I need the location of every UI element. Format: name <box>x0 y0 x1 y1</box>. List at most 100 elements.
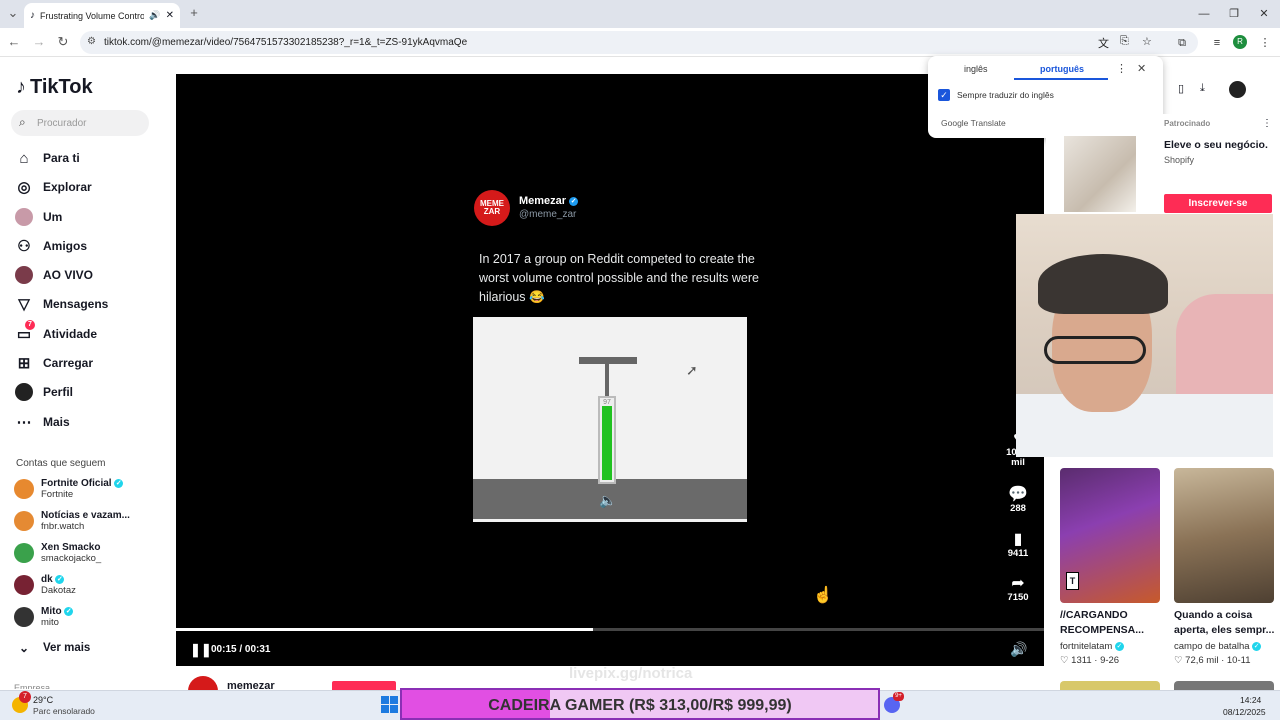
recommended-thumbnail[interactable] <box>1174 468 1274 603</box>
clock-time[interactable]: 14:24 <box>1240 695 1261 705</box>
google-translate-footer: Google Translate <box>941 118 1006 128</box>
nav-para-ti[interactable]: ⌂ Para ti <box>14 146 79 170</box>
pump-value: 97 <box>603 399 611 406</box>
ad-more-icon[interactable]: ⋮ <box>1262 118 1272 129</box>
tiktok-favicon-icon: ♪ <box>30 10 35 21</box>
more-options-icon[interactable]: ⋮ <box>1116 62 1127 75</box>
download-icon[interactable]: ⤓ <box>1200 82 1205 95</box>
following-item[interactable]: Notícias e vazam... fnbr.watch <box>14 510 130 532</box>
restore-icon[interactable]: ❐ <box>1226 6 1242 22</box>
browser-tab[interactable]: ♪ Frustrating Volume Control 🔊 ✕ <box>24 3 180 28</box>
more-icon: ⋯ <box>16 414 32 431</box>
company-label: Empresa <box>14 683 51 689</box>
compass-icon: ◎ <box>17 179 31 196</box>
speaker-icon: 🔈 <box>599 492 617 508</box>
tab-target-language[interactable]: português <box>1040 64 1084 74</box>
follow-name: Notícias e vazam... <box>41 510 130 521</box>
verified-icon: ✓ <box>1114 641 1124 651</box>
follow-avatar <box>14 607 34 627</box>
nav-carregar[interactable]: ⊞ Carregar <box>14 351 93 375</box>
pause-icon[interactable]: ❚❚ <box>190 642 212 658</box>
see-more-button[interactable]: ⌄ Ver mais <box>14 636 90 660</box>
volume-icon[interactable]: 🔊 <box>1010 641 1027 658</box>
progress-bar[interactable] <box>176 628 1044 631</box>
sponsored-ad[interactable]: Patrocinado ⋮ Eleve o seu negócio. Shopi… <box>1046 114 1280 214</box>
recommended-author[interactable]: campo de batalha <box>1174 641 1250 652</box>
minimize-icon[interactable]: — <box>1196 6 1212 22</box>
recommended-title[interactable]: Quando a coisa aperta, eles sempr... <box>1174 608 1276 638</box>
recommended-stats: ♡ 72,6 mil · 10-11 <box>1174 655 1251 666</box>
speaker-icon[interactable]: 🔊 <box>149 10 160 21</box>
media-control-icon[interactable]: ≡ <box>1209 35 1225 51</box>
recommended-author[interactable]: fortnitelatam <box>1060 641 1112 652</box>
menu-icon[interactable]: ⋮ <box>1257 35 1273 51</box>
nav-label: Mais <box>43 415 70 429</box>
next-thumbnail-peek <box>1060 681 1160 690</box>
following-item[interactable]: Fortnite Oficial ✓ Fortnite <box>14 478 124 500</box>
weather-description[interactable]: Parc ensolarado <box>33 706 95 716</box>
nav-um[interactable]: Um <box>14 205 62 229</box>
nav-amigos[interactable]: ⚇ Amigos <box>14 234 87 258</box>
reload-icon[interactable]: ↻ <box>55 34 71 50</box>
install-app-icon[interactable]: ⎘ <box>1120 35 1129 48</box>
comment-count: 288 <box>1010 503 1026 514</box>
profile-avatar[interactable]: R <box>1233 35 1247 49</box>
back-icon[interactable]: ← <box>6 34 22 50</box>
user-avatar[interactable] <box>1229 81 1246 98</box>
comment-button[interactable]: 💬 288 <box>1000 484 1036 514</box>
nav-ao-vivo[interactable]: AO VIVO <box>14 263 93 287</box>
tweet-name: Memezar <box>519 195 567 207</box>
follow-name: dk <box>41 574 53 585</box>
following-item[interactable]: Mito ✓ mito <box>14 606 74 628</box>
recommended-stats: ♡ 1311 · 9-26 <box>1060 655 1120 666</box>
tweet-handle: @meme_zar <box>519 209 577 220</box>
follow-name: Xen Smacko <box>41 542 101 553</box>
save-button[interactable]: ▮ 9411 <box>1000 529 1036 559</box>
pump-tube: 97 <box>598 396 616 484</box>
site-info-icon[interactable]: ⚙ <box>87 36 96 47</box>
video-player[interactable]: MEME ZAR Memezar ✓ @meme_zar In 2017 a g… <box>176 74 1044 666</box>
close-window-icon[interactable]: ✕ <box>1256 6 1272 22</box>
always-translate-checkbox[interactable]: ✓ <box>938 89 950 101</box>
bookmark-star-icon[interactable]: ☆ <box>1142 35 1152 48</box>
nav-explorar[interactable]: ◎ Explorar <box>14 175 91 199</box>
nav-mensagens[interactable]: ▽ Mensagens <box>14 292 108 316</box>
share-count: 7150 <box>1007 592 1029 603</box>
ad-subscribe-button[interactable]: Inscrever-se <box>1164 194 1272 213</box>
ad-title: Eleve o seu negócio. <box>1164 139 1268 151</box>
close-tab-icon[interactable]: ✕ <box>166 10 174 21</box>
following-item[interactable]: dk ✓ Dakotaz <box>14 574 76 596</box>
recommended-thumbnail[interactable]: T <box>1060 468 1160 603</box>
tab-list-icon[interactable]: ⌄ <box>5 5 21 21</box>
tiktok-note-icon: ♪ <box>16 76 26 98</box>
clock-date[interactable]: 08/12/2025 <box>1223 707 1266 717</box>
um-avatar <box>15 208 33 226</box>
activity-icon: ▭ 7 <box>14 320 35 344</box>
recommended-author-row: fortnitelatam ✓ <box>1060 641 1124 652</box>
pump-fill <box>602 406 612 480</box>
search-input[interactable]: ⌕ Procurador <box>11 110 149 136</box>
recommended-title[interactable]: //CARGANDO RECOMPENSA... <box>1060 608 1170 638</box>
recommended-date: 10-11 <box>1226 655 1251 666</box>
shirt <box>1016 394 1273 457</box>
phone-icon[interactable]: ▯ <box>1178 82 1184 95</box>
tab-source-language[interactable]: inglês <box>964 64 988 74</box>
hair <box>1038 254 1168 314</box>
new-tab-icon[interactable]: + <box>186 5 202 21</box>
extensions-icon[interactable]: ⧉ <box>1174 35 1190 51</box>
nav-atividade[interactable]: ▭ 7 Atividade <box>14 320 97 346</box>
weather-temperature[interactable]: 29°C <box>33 695 53 705</box>
nav-perfil[interactable]: Perfil <box>14 380 73 404</box>
translate-icon[interactable]: 文 <box>1098 35 1109 51</box>
windows-start-icon[interactable] <box>381 696 398 713</box>
nav-label: AO VIVO <box>43 268 94 282</box>
follow-handle: mito <box>41 617 59 628</box>
url-field[interactable]: ⚙ tiktok.com/@memezar/video/756475157330… <box>80 31 1198 54</box>
nav-mais[interactable]: ⋯ Mais <box>14 410 70 434</box>
close-icon[interactable]: ✕ <box>1137 62 1146 75</box>
follow-name: Mito <box>41 606 62 617</box>
following-item[interactable]: Xen Smacko smackojacko_ <box>14 542 101 564</box>
share-button[interactable]: ➦ 7150 <box>1000 573 1036 603</box>
forward-icon[interactable]: → <box>31 34 47 50</box>
tiktok-logo[interactable]: ♪ TikTok <box>16 76 93 99</box>
